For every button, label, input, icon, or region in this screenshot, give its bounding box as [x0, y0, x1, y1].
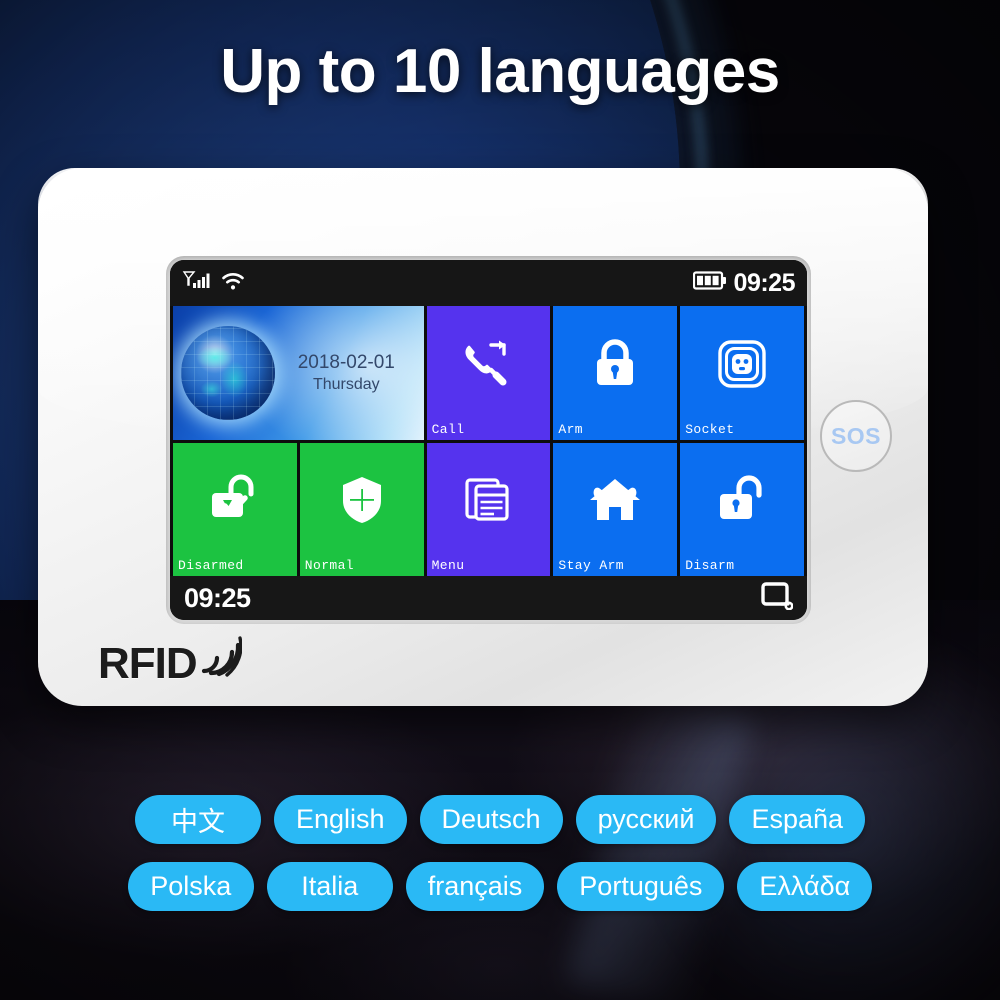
status-bar-time: 09:25 — [733, 268, 796, 297]
home-icon — [553, 443, 677, 559]
tile-socket[interactable]: Socket — [680, 306, 804, 440]
language-pill[interactable]: Português — [557, 862, 725, 911]
tile-disarmed[interactable]: Disarmed — [173, 442, 297, 576]
tile-label-normal: Normal — [304, 558, 355, 573]
unlock-check-icon — [173, 443, 297, 559]
weekday-value: Thursday — [312, 375, 380, 393]
tile-label-menu: Menu — [431, 558, 465, 573]
language-pill[interactable]: français — [405, 862, 545, 911]
date-widget-tile[interactable]: 2018-02-01 Thursday — [173, 306, 424, 440]
tile-normal[interactable]: Normal — [299, 442, 424, 576]
rfid-logo: RFID — [98, 633, 243, 688]
language-pill[interactable]: Italia — [266, 862, 393, 911]
rfid-label: RFID — [98, 639, 198, 688]
sos-label: SOS — [830, 422, 882, 449]
tile-label-socket: Socket — [685, 421, 735, 437]
tile-label-disarmed: Disarmed — [178, 558, 244, 573]
unlock-open-icon — [680, 443, 804, 559]
screen-home-icon[interactable] — [761, 581, 794, 615]
home-tile-grid: 2018-02-01 Thursday Call Arm Socket Disa… — [170, 306, 807, 576]
language-pill[interactable]: Deutsch — [419, 795, 563, 844]
tile-label-stay-arm: Stay Arm — [558, 558, 625, 573]
language-pill[interactable]: 中文 — [134, 795, 261, 844]
language-pill[interactable]: Ελλάδα — [737, 862, 873, 911]
language-pill[interactable]: Polska — [127, 862, 254, 911]
language-row-2: Polska Italia français Português Ελλάδα — [0, 862, 1000, 911]
page-title: Up to 10 languages — [220, 37, 780, 106]
tile-label-arm: Arm — [558, 421, 583, 437]
tile-label-disarm: Disarm — [685, 558, 735, 573]
tile-call[interactable]: Call — [426, 306, 551, 440]
rfid-waves-icon — [198, 633, 243, 682]
call-forward-icon — [427, 306, 551, 422]
tile-disarm[interactable]: Disarm — [680, 442, 804, 576]
tile-stay-arm[interactable]: Stay Arm — [553, 442, 678, 576]
language-row-1: 中文 English Deutsch русский España — [0, 795, 1000, 844]
alarm-panel-device: 09:25 2018-02-01 Thursday Call Arm Socke… — [38, 168, 928, 706]
tile-label-call: Call — [431, 421, 465, 437]
shield-icon — [300, 443, 424, 559]
device-screen[interactable]: 09:25 2018-02-01 Thursday Call Arm Socke… — [170, 260, 807, 620]
wifi-icon — [221, 270, 245, 297]
battery-full-icon — [692, 271, 727, 295]
language-pill[interactable]: English — [273, 795, 407, 844]
power-socket-icon — [680, 306, 804, 422]
screen-bottom-bar: 09:25 — [170, 576, 807, 620]
language-pill[interactable]: русский — [575, 795, 717, 844]
date-value: 2018-02-01 — [297, 352, 395, 374]
globe-icon — [181, 325, 275, 420]
status-bar: 09:25 — [170, 260, 807, 306]
menu-window-icon — [427, 443, 551, 559]
lock-closed-icon — [553, 306, 677, 422]
cellular-signal-icon — [182, 269, 214, 298]
language-pill[interactable]: España — [729, 795, 866, 844]
tile-menu[interactable]: Menu — [426, 442, 551, 576]
language-list: 中文 English Deutsch русский España Polska… — [0, 795, 1000, 929]
tile-arm[interactable]: Arm — [553, 306, 678, 440]
bottom-bar-time: 09:25 — [184, 582, 251, 613]
sos-button[interactable]: SOS — [820, 400, 892, 472]
